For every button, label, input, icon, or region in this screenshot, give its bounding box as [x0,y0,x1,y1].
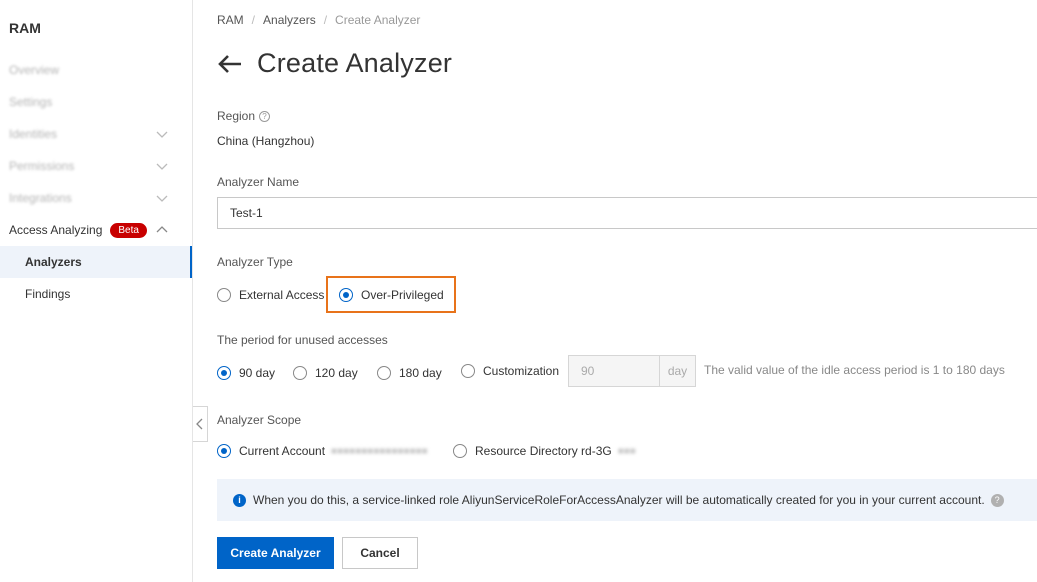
sidebar-item-identities[interactable]: Identities [0,118,192,150]
info-banner: i When you do this, a service-linked rol… [217,479,1037,521]
custom-period-value: 90 [581,364,595,378]
scope-label: Analyzer Scope [217,413,302,427]
chevron-down-icon [156,163,168,170]
sidebar-item-overview[interactable]: Overview [0,54,192,86]
chevron-left-icon [196,418,203,430]
info-icon: i [233,493,246,507]
scope-radio-current-account[interactable]: Current Account ■■■■■■■■■■■■■■■■ [217,444,428,458]
radio-circle [377,366,391,380]
sidebar-item-settings[interactable]: Settings [0,86,192,118]
sidebar-collapse-toggle[interactable] [193,406,208,442]
product-title: RAM [9,20,41,36]
custom-period-unit: day [659,356,695,386]
breadcrumb: RAM / Analyzers / Create Analyzer [217,13,420,27]
redacted-directory-id: ■■■ [617,445,636,457]
chevron-up-icon [156,226,168,233]
sidebar-item-label: Findings [25,287,71,301]
sidebar-item-integrations[interactable]: Integrations [0,182,192,214]
help-icon[interactable]: ? [990,493,1004,507]
chevron-down-icon [156,195,168,202]
create-analyzer-button[interactable]: Create Analyzer [217,537,334,569]
cancel-button[interactable]: Cancel [342,537,418,569]
breadcrumb-separator: / [251,13,256,27]
period-label: The period for unused accesses [217,333,388,347]
help-icon[interactable]: ? [259,111,271,123]
sidebar-item-label: Access Analyzing [9,223,103,237]
chevron-down-icon [156,131,168,138]
analyzer-type-label: Analyzer Type [217,255,293,269]
period-hint: The valid value of the idle access perio… [704,363,1005,377]
sidebar-item-permissions[interactable]: Permissions [0,150,192,182]
main-content: RAM / Analyzers / Create Analyzer Create… [217,0,1037,582]
type-radio-external-access[interactable]: External Access [217,288,324,302]
back-arrow-icon[interactable] [217,54,243,74]
sidebar-item-access-analyzing[interactable]: Access Analyzing Beta [0,214,192,246]
analyzer-name-input[interactable]: Test-1 [217,197,1037,229]
region-label: Region? [217,109,271,123]
radio-circle-selected [217,366,231,380]
analyzer-name-label: Analyzer Name [217,175,300,189]
type-radio-over-privileged[interactable]: Over-Privileged [339,288,444,302]
breadcrumb-analyzers[interactable]: Analyzers [263,13,316,27]
period-radio-customization[interactable]: Customization [461,364,559,378]
period-radio-180[interactable]: 180 day [377,366,442,380]
custom-period-input[interactable]: 90 day [568,355,696,387]
breadcrumb-separator: / [323,13,328,27]
radio-circle-selected [339,288,353,302]
beta-badge: Beta [110,222,147,238]
redacted-account-id: ■■■■■■■■■■■■■■■■ [331,445,428,457]
sidebar-item-findings[interactable]: Findings [0,278,192,310]
radio-circle [453,444,467,458]
info-message: When you do this, a service-linked role … [253,493,985,507]
page-header: Create Analyzer [217,48,452,79]
radio-circle [293,366,307,380]
period-radio-90[interactable]: 90 day [217,366,275,380]
sidebar: RAM Overview Settings Identities Permiss… [0,0,193,582]
sidebar-item-analyzers[interactable]: Analyzers [0,246,192,278]
breadcrumb-ram[interactable]: RAM [217,13,244,27]
breadcrumb-current: Create Analyzer [335,13,421,27]
page-title: Create Analyzer [257,48,453,78]
radio-circle-selected [217,444,231,458]
sidebar-item-label: Analyzers [25,255,82,269]
region-value: China (Hangzhou) [217,134,315,148]
radio-circle [461,364,475,378]
period-radio-120[interactable]: 120 day [293,366,358,380]
scope-radio-resource-directory[interactable]: Resource Directory rd-3G ■■■ [453,444,636,458]
radio-circle [217,288,231,302]
